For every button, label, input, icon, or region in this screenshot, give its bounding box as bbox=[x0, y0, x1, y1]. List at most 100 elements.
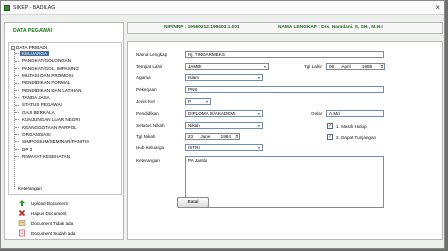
tgl-nikah-picker[interactable]: 23 June 1984 ▲ ▼ bbox=[185, 133, 240, 140]
nama-lengkap-input[interactable]: Hj. TINDARMEKS bbox=[185, 51, 384, 58]
tree-item[interactable]: KUNJUNGAN LUAR NEGRI bbox=[15, 116, 82, 123]
tree-item-label: SIMPOSIUM/SEMINAR/PANITIA bbox=[22, 139, 90, 145]
tree-item[interactable]: DP 3 bbox=[15, 146, 34, 153]
gelar-input[interactable]: A.Md bbox=[326, 110, 384, 117]
tgl-nikah-day: 23 bbox=[188, 134, 194, 139]
pendidikan-select[interactable]: DIPLOMA III/AKADEMI ▼ bbox=[185, 110, 263, 117]
tgl-lahir-month: April bbox=[341, 64, 351, 69]
chevron-down-icon: ▼ bbox=[257, 146, 261, 150]
tree-item-label: KELUARGA bbox=[20, 51, 50, 56]
chevron-down-icon: ▼ bbox=[263, 65, 267, 69]
tgl-lahir-label: Tgl Lahir bbox=[304, 64, 322, 69]
jenis-kel-value: P bbox=[188, 99, 192, 104]
sidebar: DATA PEGAWAI − DATA PRIBADI KELUARGA PANGK… bbox=[4, 22, 124, 240]
tgl-nikah-year: 1984 bbox=[220, 134, 231, 139]
legend-doc-missing-label: Document Tidak ada bbox=[31, 221, 74, 226]
keterangan-label: Keterangan bbox=[136, 158, 160, 163]
pekerjaan-input[interactable]: PNS bbox=[185, 86, 384, 93]
chevron-down-icon: ▼ bbox=[205, 100, 209, 104]
tree-item[interactable]: PANGKAT/GOL. IMPASING bbox=[15, 65, 81, 72]
tree-item-label: KEANGGOTAAN PARPOL bbox=[22, 124, 77, 130]
tree-item[interactable]: SIMPOSIUM/SEMINAR/PANITIA bbox=[15, 138, 91, 145]
jenis-kel-select[interactable]: P ▼ bbox=[185, 98, 211, 105]
app-window: SIKEP - BADILAG × DATA PEGAWAI − DATA PRI… bbox=[0, 0, 445, 249]
tree-item-label: RIWAYAT KESEHATAN bbox=[22, 153, 71, 159]
masih-hidup-label: 1. Masih Hidup bbox=[336, 124, 367, 129]
family-form: Nama Lengkap Hj. TINDARMEKS Tempat Lahir… bbox=[127, 41, 443, 240]
app-icon bbox=[4, 5, 10, 11]
tree-branch bbox=[15, 82, 19, 84]
batal-button[interactable]: Batal bbox=[177, 197, 209, 208]
upload-icon bbox=[19, 200, 25, 206]
tgl-nikah-month: June bbox=[200, 134, 211, 139]
tree-item-label: PANGKAT/GOLONGAN bbox=[22, 58, 72, 64]
nip-label: NIP/NRP : 19560212.198403.1.001 bbox=[164, 25, 240, 30]
agama-label: Agama bbox=[136, 75, 151, 80]
document-exists-icon bbox=[19, 229, 25, 237]
sidebar-header: DATA PEGAWAI bbox=[13, 28, 53, 34]
pendidikan-value: DIPLOMA III/AKADEMI bbox=[188, 111, 236, 116]
tree-branch bbox=[15, 119, 19, 121]
tree-item-label: PENDIDIKAN FORMAL bbox=[22, 80, 71, 86]
tree-branch bbox=[15, 104, 19, 106]
tree-item-label: PENDIDIKAN DAN LATIHAN bbox=[22, 87, 82, 93]
hub-keluarga-label: Hub Keluarga bbox=[136, 145, 165, 150]
document-missing-icon bbox=[18, 220, 26, 226]
hub-keluarga-select[interactable]: ISTRI ▼ bbox=[185, 144, 263, 151]
tree-item-label: KUNJUNGAN LUAR NEGRI bbox=[22, 117, 80, 123]
tree-item[interactable]: TANDA JASA bbox=[15, 94, 52, 101]
tree-item-label: GAJI BERKALA bbox=[22, 109, 55, 115]
tree-item-label: STATUS PEGAWAI bbox=[22, 102, 62, 108]
tree-branch bbox=[15, 156, 19, 158]
close-icon[interactable]: × bbox=[435, 3, 440, 12]
tree-item[interactable]: RIWAYAT KESEHATAN bbox=[15, 153, 72, 160]
tree-item-label: TANDA JASA bbox=[22, 95, 50, 101]
agama-value: Islam bbox=[188, 75, 199, 80]
tree-item[interactable]: PENDIDIKAN DAN LATIHAN bbox=[15, 87, 83, 94]
employee-info-bar: NIP/NRP : 19560212.198403.1.001 NAMA LEN… bbox=[127, 22, 443, 34]
tree-item[interactable]: KELUARGA bbox=[15, 50, 50, 57]
spin-down-icon[interactable]: ▼ bbox=[380, 66, 384, 69]
nama-lengkap-label: NAMA LENGKAP : Drs. Hamdani. S, SH., M.H… bbox=[278, 25, 383, 30]
spin-down-icon[interactable]: ▼ bbox=[235, 136, 239, 139]
tree-branch bbox=[15, 126, 19, 128]
tree-branch bbox=[15, 141, 19, 143]
content-area: DATA PEGAWAI − DATA PRIBADI KELUARGA PANGK… bbox=[4, 22, 443, 248]
category-tree[interactable]: − DATA PRIBADI KELUARGA PANGKAT/GOLONGAN PA… bbox=[8, 42, 122, 195]
tree-branch bbox=[15, 134, 19, 136]
tree-item[interactable]: PANGKAT/GOLONGAN bbox=[15, 57, 73, 64]
keterangan-textarea[interactable]: PA Jambi bbox=[185, 156, 384, 208]
tempat-lahir-value: JAMBI bbox=[188, 64, 202, 69]
legend-upload-label: Upload Document bbox=[31, 201, 68, 206]
delete-icon bbox=[18, 209, 26, 217]
tree-item[interactable]: MUTASI DAN PROMOSI bbox=[15, 72, 75, 79]
dapat-tunjangan-checkbox[interactable]: ✓ bbox=[327, 134, 333, 140]
gelar-label: Gelar bbox=[311, 111, 323, 116]
legend-doc-exists-label: Document Sudah ada bbox=[31, 231, 76, 236]
pendidikan-label: Pendidikan bbox=[136, 111, 159, 116]
tree-branch bbox=[15, 90, 19, 92]
legend-delete-label: Hapus Document bbox=[31, 211, 67, 216]
tree-item[interactable]: GAJI BERKALA bbox=[15, 109, 57, 116]
jenis-kel-label: Jenis Kel bbox=[136, 99, 155, 104]
tgl-lahir-picker[interactable]: 08 April 1958 ▲ ▼ bbox=[326, 63, 385, 70]
chevron-down-icon: ▼ bbox=[257, 124, 261, 128]
tempat-lahir-select[interactable]: JAMBI ▼ bbox=[185, 63, 269, 70]
tree-branch bbox=[15, 60, 19, 62]
chevron-down-icon: ▼ bbox=[257, 76, 261, 80]
agama-select[interactable]: Islam ▼ bbox=[185, 74, 263, 81]
tree-branch bbox=[15, 67, 19, 69]
keterangan-heading: Keterangan bbox=[18, 186, 42, 191]
hub-keluarga-value: ISTRI bbox=[188, 145, 200, 150]
tree-item[interactable]: ORGANISASI bbox=[15, 131, 53, 138]
nama-lengkap-field-label: Nama Lengkap bbox=[136, 52, 168, 57]
setatus-nikah-select[interactable]: Nikah ▼ bbox=[185, 122, 263, 129]
tree-item[interactable]: PENDIDIKAN FORMAL bbox=[15, 79, 73, 86]
tgl-lahir-year: 1958 bbox=[361, 64, 373, 69]
masih-hidup-checkbox[interactable]: ✓ bbox=[327, 123, 333, 129]
setatus-nikah-value: Nikah bbox=[188, 123, 200, 128]
pekerjaan-label: Pekerjaan bbox=[136, 87, 157, 92]
tree-item[interactable]: KEANGGOTAAN PARPOL bbox=[15, 124, 79, 131]
tree-item-label: MUTASI DAN PROMOSI bbox=[22, 73, 73, 79]
tree-item[interactable]: STATUS PEGAWAI bbox=[15, 101, 64, 108]
